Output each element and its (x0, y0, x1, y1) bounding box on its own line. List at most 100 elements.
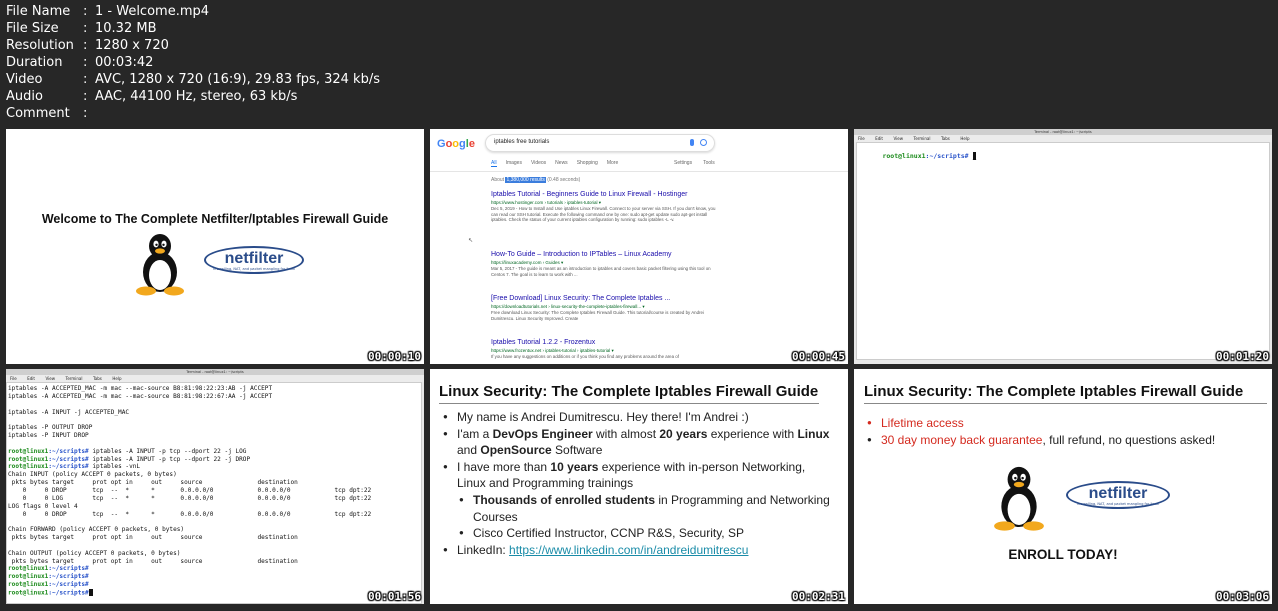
terminal-line: root@linux1:~/scripts# iptables -A INPUT… (8, 447, 247, 455)
terminal-cursor (88, 588, 93, 596)
tux-penguin-icon (136, 234, 184, 296)
tab-all[interactable]: All (491, 160, 497, 167)
file-metadata: File Name:1 - Welcome.mp4 File Size:10.32… (6, 3, 380, 122)
thumbnail-4[interactable]: Terminal - root@linux1: ~/scripts File E… (6, 369, 424, 604)
thumbnail-1[interactable]: Welcome to The Complete Netfilter/Iptabl… (6, 129, 424, 364)
terminal-menubar[interactable]: File Edit View Terminal Tabs Help (854, 135, 1272, 142)
timestamp: 00:03:06 (1216, 590, 1269, 603)
enroll-cta: ENROLL TODAY! (1008, 547, 1118, 562)
terminal-line: root@linux1:~/scripts# iptables -vnL (8, 463, 141, 471)
linkedin-link[interactable]: https://www.linkedin.com/in/andreidumitr… (509, 543, 748, 557)
metadata-separator: : (83, 55, 88, 70)
terminal-line: 0 0 DROP tcp -- * * 0.0.0.0/0 0.0.0.0/0 … (8, 510, 372, 518)
metadata-separator: : (83, 89, 88, 104)
timestamp: 00:00:10 (368, 350, 421, 363)
metadata-row: Comment: (6, 105, 380, 122)
result-title[interactable]: Iptables Tutorial - Beginners Guide to L… (491, 190, 716, 199)
tab-news[interactable]: News (555, 160, 568, 167)
result-stats: About 1,380,000 results (0.48 seconds) (491, 177, 581, 183)
timestamp: 00:00:45 (792, 350, 845, 363)
terminal-line: Chain FORWARD (policy ACCEPT 0 packets, … (8, 526, 185, 534)
metadata-value: 1 - Welcome.mp4 (95, 4, 210, 19)
terminal-line: root@linux1:~/scripts# (8, 588, 420, 597)
metadata-row: Video: AVC, 1280 x 720 (16:9), 29.83 fps,… (6, 71, 380, 88)
tab-more[interactable]: More (607, 160, 618, 167)
microphone-icon[interactable] (690, 139, 694, 146)
terminal-line: iptables -A ACCEPTED_MAC -m mac --mac-so… (8, 392, 273, 400)
tab-shopping[interactable]: Shopping (577, 160, 598, 167)
terminal-body[interactable]: iptables -A ACCEPTED_MAC -m mac --mac-so… (6, 382, 422, 604)
search-icon[interactable] (700, 139, 707, 146)
metadata-key: Video (6, 72, 43, 87)
result-snippet: Dec 5, 2019 - How to Install and Use ipt… (491, 206, 716, 223)
terminal-line: iptables -P OUTPUT DROP (8, 424, 93, 432)
metadata-key: Duration (6, 55, 63, 70)
metadata-key: File Size (6, 21, 59, 36)
metadata-value: 1280 x 720 (95, 38, 169, 53)
metadata-separator: : (83, 4, 88, 19)
bullet-item: I'am a DevOps Engineer with almost 20 ye… (442, 426, 830, 459)
tab-images[interactable]: Images (506, 160, 522, 167)
result-snippet: Free download Linux Security: The Comple… (491, 310, 704, 321)
terminal-line: 0 0 DROP tcp -- * * 0.0.0.0/0 0.0.0.0/0 … (8, 486, 372, 494)
terminal-menubar[interactable]: File Edit View Terminal Tabs Help (6, 375, 424, 382)
metadata-separator: : (83, 106, 88, 121)
thumbnail-3[interactable]: Terminal - root@linux1: ~/scripts File E… (854, 129, 1272, 364)
metadata-row: File Name:1 - Welcome.mp4 (6, 3, 380, 20)
tab-tools[interactable]: Tools (703, 160, 715, 166)
search-result: How-To Guide – Introduction to IPTables … (491, 250, 716, 277)
terminal-body[interactable]: root@linux1:~/scripts# _ (856, 142, 1270, 360)
bullet-item: Lifetime access (866, 415, 1215, 432)
terminal-line: iptables -P INPUT DROP (8, 432, 89, 440)
search-result: Iptables Tutorial - Beginners Guide to L… (491, 190, 716, 223)
terminal-line: 0 0 LOG tcp -- * * 0.0.0.0/0 0.0.0.0/0 t… (8, 494, 372, 502)
metadata-row: File Size:10.32 MB (6, 20, 380, 37)
bullet-item: I have more than 10 years experience wit… (442, 459, 830, 492)
tab-settings[interactable]: Settings (674, 160, 692, 166)
divider (430, 171, 848, 172)
terminal-line: root@linux1:~/scripts# (8, 581, 89, 589)
title-rule (864, 403, 1267, 404)
thumbnail-2[interactable]: Google iptables free tutorials All Image… (430, 129, 848, 364)
welcome-title: Welcome to The Complete Netfilter/Iptabl… (41, 212, 389, 226)
bullet-list: Lifetime access 30 day money back guaran… (866, 415, 1215, 448)
thumbnail-6[interactable]: Linux Security: The Complete Iptables Fi… (854, 369, 1272, 604)
metadata-row: Resolution:1280 x 720 (6, 37, 380, 54)
timestamp: 00:01:56 (368, 590, 421, 603)
terminal-line: Chain INPUT (policy ACCEPT 0 packets, 0 … (8, 471, 177, 479)
metadata-value: 00:03:42 (95, 55, 154, 70)
result-title[interactable]: [Free Download] Linux Security: The Comp… (491, 294, 716, 303)
slide-title: Linux Security: The Complete Iptables Fi… (439, 383, 819, 400)
metadata-row: Duration:00:03:42 (6, 54, 380, 71)
terminal-line: root@linux1:~/scripts# (8, 573, 89, 581)
metadata-key: Resolution (6, 38, 74, 53)
result-title[interactable]: Iptables Tutorial 1.2.2 - Frozentux (491, 338, 716, 347)
result-url: https://www.hostinger.com › tutorials › … (491, 200, 602, 205)
result-title[interactable]: How-To Guide – Introduction to IPTables … (491, 250, 716, 259)
metadata-key: File Name (6, 4, 71, 19)
bullet-list: My name is Andrei Dumitrescu. Hey there!… (442, 409, 830, 558)
result-snippet: If you have any suggestions on additions… (491, 354, 679, 359)
terminal-line: iptables -A ACCEPTED_MAC -m mac --mac-so… (8, 385, 273, 392)
metadata-separator: : (83, 72, 88, 87)
metadata-value: 10.32 MB (95, 21, 157, 36)
search-result: [Free Download] Linux Security: The Comp… (491, 294, 716, 321)
bullet-item: LinkedIn: https://www.linkedin.com/in/an… (442, 542, 830, 559)
metadata-key: Audio (6, 89, 43, 104)
netfilter-logo: netfilter firewalling, NAT, and packet m… (1066, 481, 1170, 509)
metadata-separator: : (83, 38, 88, 53)
result-url: https://linuxacademy.com › Guides ▾ (491, 260, 564, 265)
tab-videos[interactable]: Videos (531, 160, 546, 167)
timestamp: 00:01:20 (1216, 350, 1269, 363)
terminal-line: pkts bytes target prot opt in out source… (8, 479, 298, 487)
thumbnail-5[interactable]: Linux Security: The Complete Iptables Fi… (430, 369, 848, 604)
search-box[interactable]: iptables free tutorials (485, 134, 715, 152)
metadata-value: AVC, 1280 x 720 (16:9), 29.83 fps, 324 k… (95, 72, 380, 87)
bullet-item: 30 day money back guarantee, full refund… (866, 432, 1215, 449)
terminal-line: iptables -A INPUT -j ACCEPTED_MAC (8, 408, 130, 416)
